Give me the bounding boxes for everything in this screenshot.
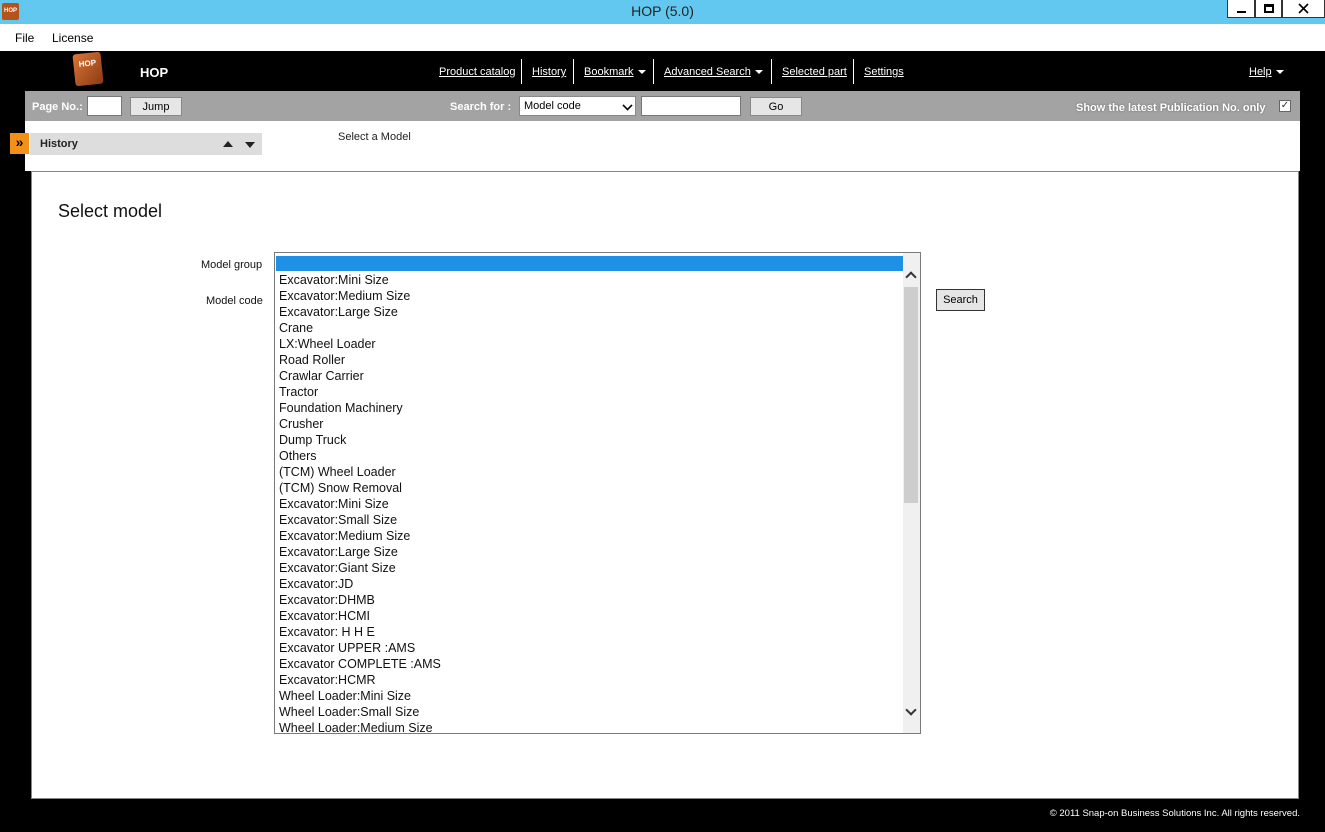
list-item[interactable]: Road Roller bbox=[279, 352, 441, 368]
toolbar: Page No.: Jump Search for : Model code G… bbox=[25, 91, 1300, 121]
nav-selected-part[interactable]: Selected part bbox=[782, 66, 847, 78]
window-title: HOP (5.0) bbox=[631, 3, 694, 19]
list-item[interactable]: Foundation Machinery bbox=[279, 400, 441, 416]
maximize-icon bbox=[1263, 4, 1274, 13]
nav-separator bbox=[853, 59, 854, 84]
page-title: Select model bbox=[58, 201, 163, 221]
list-item[interactable]: Excavator:Mini Size bbox=[279, 272, 441, 288]
list-item[interactable]: LX:Wheel Loader bbox=[279, 336, 441, 352]
show-latest-label: Show the latest Publication No. only bbox=[1076, 102, 1266, 114]
nav-bookmark[interactable]: Bookmark bbox=[584, 66, 646, 78]
search-type-value: Model code bbox=[524, 100, 581, 112]
list-item[interactable]: Excavator:Giant Size bbox=[279, 560, 441, 576]
search-input[interactable] bbox=[641, 96, 741, 116]
nav-advanced-search-label: Advanced Search bbox=[664, 66, 751, 78]
nav-advanced-search[interactable]: Advanced Search bbox=[664, 66, 763, 78]
list-item[interactable]: Excavator UPPER :AMS bbox=[279, 640, 441, 656]
chevron-down-icon bbox=[1275, 70, 1284, 75]
nav-help[interactable]: Help bbox=[1249, 66, 1284, 78]
nav-product-catalog[interactable]: Product catalog bbox=[439, 66, 515, 78]
app-name: HOP bbox=[140, 65, 169, 80]
chevron-down-icon bbox=[754, 70, 763, 75]
nav-separator bbox=[573, 59, 574, 84]
copyright: © 2011 Snap-on Business Solutions Inc. A… bbox=[1049, 808, 1300, 819]
close-button[interactable] bbox=[1282, 0, 1325, 18]
chevron-down-icon bbox=[622, 100, 633, 111]
menu-license[interactable]: License bbox=[52, 31, 93, 45]
chevron-up-icon[interactable] bbox=[905, 271, 917, 283]
nav-separator bbox=[521, 59, 522, 84]
list-item[interactable]: Wheel Loader:Small Size bbox=[279, 704, 441, 720]
list-item[interactable]: Excavator:HCMI bbox=[279, 608, 441, 624]
nav-help-label: Help bbox=[1249, 66, 1272, 78]
model-group-label: Model group bbox=[201, 259, 263, 271]
minimize-icon bbox=[1236, 10, 1246, 13]
history-label: History bbox=[40, 138, 78, 150]
chevron-down-icon bbox=[637, 70, 646, 75]
triangle-up-icon[interactable] bbox=[223, 141, 233, 147]
triangle-down-icon[interactable] bbox=[245, 142, 255, 148]
list-item[interactable]: Crawlar Carrier bbox=[279, 368, 441, 384]
chevron-down-icon[interactable] bbox=[905, 704, 917, 716]
model-group-dropdown[interactable]: Excavator:Mini Size Excavator:Medium Size… bbox=[274, 252, 921, 734]
list-item[interactable]: Excavator: H H E bbox=[279, 624, 441, 640]
selected-option[interactable] bbox=[276, 256, 903, 271]
list-item[interactable]: Excavator:JD bbox=[279, 576, 441, 592]
search-button[interactable]: Search bbox=[936, 289, 985, 311]
nav-separator bbox=[771, 59, 772, 84]
list-item[interactable]: Excavator:Large Size bbox=[279, 544, 441, 560]
list-item[interactable]: Crane bbox=[279, 320, 441, 336]
nav-bookmark-label: Bookmark bbox=[584, 66, 634, 78]
list-item[interactable]: Excavator:Small Size bbox=[279, 512, 441, 528]
minimize-button[interactable] bbox=[1227, 0, 1255, 18]
nav-history[interactable]: History bbox=[532, 66, 566, 78]
show-latest-checkbox[interactable]: ✓ bbox=[1279, 100, 1291, 112]
list-item[interactable]: (TCM) Wheel Loader bbox=[279, 464, 441, 480]
close-icon bbox=[1298, 3, 1309, 14]
app-header: HOP HOP Product catalog History Bookmark… bbox=[0, 51, 1325, 91]
list-item[interactable]: Excavator:Medium Size bbox=[279, 528, 441, 544]
scrollbar-thumb[interactable] bbox=[904, 287, 918, 503]
nav-settings[interactable]: Settings bbox=[864, 66, 904, 78]
list-item[interactable]: Others bbox=[279, 448, 441, 464]
scrollbar[interactable] bbox=[903, 253, 920, 733]
list-item[interactable]: Wheel Loader:Medium Size bbox=[279, 720, 441, 733]
history-expand-button[interactable]: » bbox=[10, 133, 29, 154]
model-code-label: Model code bbox=[206, 295, 263, 307]
list-item[interactable]: Excavator:HCMR bbox=[279, 672, 441, 688]
go-button[interactable]: Go bbox=[750, 97, 802, 116]
breadcrumb: Select a Model bbox=[338, 131, 411, 143]
list-item[interactable]: (TCM) Snow Removal bbox=[279, 480, 441, 496]
page-no-label: Page No.: bbox=[32, 101, 83, 113]
list-item[interactable]: Wheel Loader:Mini Size bbox=[279, 688, 441, 704]
search-type-select[interactable]: Model code bbox=[519, 96, 636, 116]
list-item[interactable]: Excavator:Medium Size bbox=[279, 288, 441, 304]
nav-separator bbox=[653, 59, 654, 84]
jump-button[interactable]: Jump bbox=[130, 97, 182, 116]
search-for-label: Search for : bbox=[450, 101, 512, 113]
menu-file[interactable]: File bbox=[15, 31, 34, 45]
hop-logo: HOP bbox=[72, 51, 104, 87]
list-item[interactable]: Dump Truck bbox=[279, 432, 441, 448]
list-item[interactable]: Tractor bbox=[279, 384, 441, 400]
checkmark-icon: ✓ bbox=[1280, 100, 1290, 111]
page-no-input[interactable] bbox=[87, 96, 122, 116]
list-item[interactable]: Excavator:DHMB bbox=[279, 592, 441, 608]
list-item[interactable]: Crusher bbox=[279, 416, 441, 432]
model-group-options: Excavator:Mini Size Excavator:Medium Size… bbox=[279, 272, 441, 733]
list-item[interactable]: Excavator:Mini Size bbox=[279, 496, 441, 512]
menu-bar: File License bbox=[0, 24, 1325, 51]
maximize-button[interactable] bbox=[1255, 0, 1282, 18]
history-panel-header: History bbox=[30, 133, 262, 155]
list-item[interactable]: Excavator COMPLETE :AMS bbox=[279, 656, 441, 672]
title-bar: HOP HOP (5.0) bbox=[0, 0, 1325, 24]
list-item[interactable]: Excavator:Large Size bbox=[279, 304, 441, 320]
